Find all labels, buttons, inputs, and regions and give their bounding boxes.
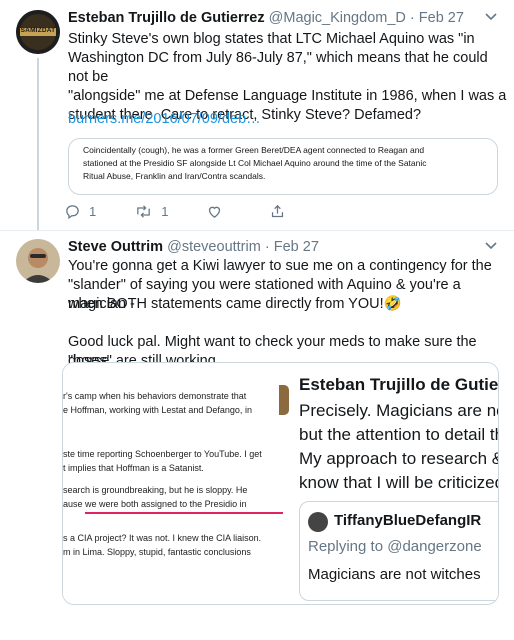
tweet-2-header: Steve Outtrim @steveouttrim · Feb 27 [68,239,319,255]
tweet-date[interactable]: Feb 27 [419,10,464,26]
text-line: when BOTH statements came directly from … [68,296,402,312]
text-line: You're gonna get a Kiwi lawyer to sue me… [68,258,492,274]
retweet-icon [137,205,151,218]
screenshot-line: search is groundbreaking, but he is slop… [63,485,248,495]
reply-button[interactable]: 1 [64,203,96,220]
tweet-2-text: You're gonna get a Kiwi lawyer to sue me… [68,257,512,371]
heart-icon [209,206,221,218]
dot-separator: · [264,239,270,255]
screenshot-line: ause we were both assigned to the Presid… [63,499,247,509]
quote-line: Coincidentally (cough), he was a former … [83,145,425,155]
text-line: Stinky Steve's own blog states that LTC … [68,31,475,47]
quoted-line: know that I will be criticized [299,473,499,492]
retweet-count: 1 [161,204,169,219]
nested-author-name: TiffanyBlueDefangIR [334,512,482,529]
screenshot-line: r's camp when his behaviors demonstrate … [63,391,247,401]
avatar-steve[interactable] [16,239,60,283]
text-line: "alongside" me at Defense Language Insti… [68,88,507,104]
like-button[interactable] [206,203,231,220]
screenshot-line: e Hoffman, working with Lestat and Defan… [63,405,252,415]
tweet-2[interactable]: Steve Outtrim @steveouttrim · Feb 27 You… [0,231,514,640]
screenshot-line: s a CIA project? It was not. I knew the … [63,533,262,543]
screenshot-line: m in Lima. Sloppy, stupid, fantastic con… [63,547,251,557]
avatar-image [16,239,60,283]
quote-line: Ritual Abuse, Franklin and Iran/Contra s… [83,171,266,181]
reply-icon [66,205,79,220]
nested-avatar [308,512,328,532]
quoted-line: Precisely. Magicians are not [299,401,499,420]
red-underline [85,512,283,514]
screenshot-left-panel: r's camp when his behaviors demonstrate … [63,363,285,604]
tweet-1-link[interactable]: burners.me/2016/07/09/deb… [68,110,261,129]
tweet-1[interactable]: SAMIZDAT Esteban Trujillo de Gutierrez @… [0,0,514,230]
more-options-icon[interactable] [484,10,498,27]
screenshot-right-panel: Esteban Trujillo de Gutierr Precisely. M… [279,363,499,604]
screenshot-line: t implies that Hoffman is a Satanist. [63,463,204,473]
text-line: "slander" of saying you were stationed w… [68,277,461,312]
quoted-author-name: Esteban Trujillo de Gutierr [299,375,499,394]
share-button[interactable] [269,203,286,220]
avatar-esteban[interactable]: SAMIZDAT [16,10,60,54]
tweet-1-actions: 1 1 [64,203,324,220]
more-options-icon[interactable] [484,239,498,256]
screenshot-line: ste time reporting Schoenberger to YouTu… [63,449,262,459]
text-line: Washington DC from July 86-July 87," whi… [68,50,488,85]
author-name[interactable]: Steve Outtrim [68,239,163,255]
tweet-1-header: Esteban Trujillo de Gutierrez @Magic_Kin… [68,10,464,26]
attached-image[interactable]: r's camp when his behaviors demonstrate … [62,362,499,605]
tweet-date[interactable]: Feb 27 [274,239,319,255]
dot-separator: · [409,10,415,26]
text-line: Good luck pal. Might want to check your … [68,334,477,369]
quote-line: stationed at the Presidio SF alongside L… [83,158,427,168]
quoted-line: My approach to research & [299,449,499,468]
share-icon [272,204,284,218]
avatar-label: SAMIZDAT [20,27,56,34]
author-handle[interactable]: @steveouttrim [167,239,261,255]
author-handle[interactable]: @Magic_Kingdom_D [269,10,406,26]
reply-count: 1 [89,204,97,219]
avatar-thumb [279,385,289,415]
text-line [68,314,512,333]
nested-replying-to: Replying to @dangerzone [308,538,482,555]
quoted-text-card[interactable]: Coincidentally (cough), he was a former … [68,138,498,195]
thread-line [37,58,39,230]
quoted-line: but the attention to detail th [299,425,499,444]
nested-quoted-tweet: TiffanyBlueDefangIR Replying to @dangerz… [299,501,498,601]
retweet-button[interactable]: 1 [134,203,168,220]
nested-text: Magicians are not witches [308,566,481,583]
author-name[interactable]: Esteban Trujillo de Gutierrez [68,10,265,26]
